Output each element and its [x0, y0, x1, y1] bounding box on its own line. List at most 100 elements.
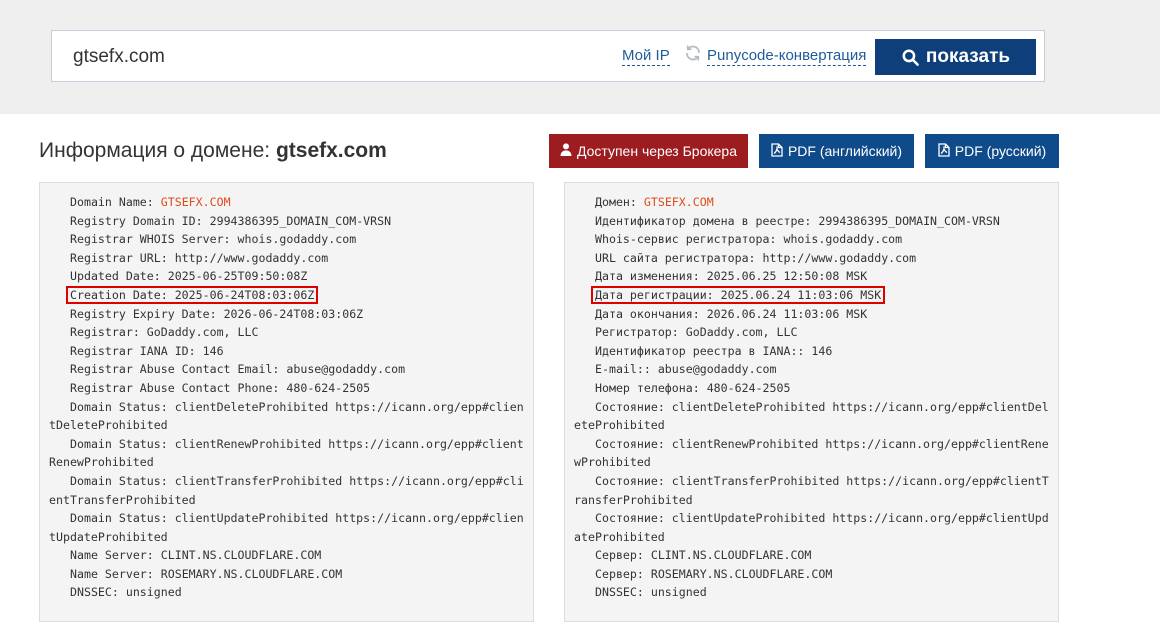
whois-key: Domain Status:	[70, 511, 175, 526]
whois-line: Whois-сервис регистратора: whois.godaddy…	[574, 230, 1049, 249]
whois-key: Домен:	[595, 195, 644, 209]
page-title-prefix: Информация о домене:	[39, 139, 271, 162]
whois-key: Updated Date:	[70, 269, 168, 284]
whois-value: 2025.06.24 11:03:06 MSK	[720, 287, 882, 302]
whois-line: Domain Status: clientRenewProhibited htt…	[49, 435, 524, 472]
whois-value: GoDaddy.com, LLC	[685, 325, 798, 340]
refresh-icon[interactable]	[683, 44, 703, 64]
broker-button[interactable]: Доступен через Брокера	[549, 134, 748, 168]
whois-line: Domain Status: clientDeleteProhibited ht…	[49, 398, 524, 435]
pdf-russian-label: PDF (русский)	[954, 143, 1047, 159]
whois-line: Сервер: CLINT.NS.CLOUDFLARE.COM	[574, 546, 1049, 565]
whois-value: whois.godaddy.com	[783, 232, 903, 247]
whois-value: 2994386395_DOMAIN_COM-VRSN	[209, 213, 392, 228]
whois-key: Registrar URL:	[70, 250, 175, 265]
whois-key: Creation Date:	[70, 287, 175, 302]
whois-line: Name Server: ROSEMARY.NS.CLOUDFLARE.COM	[49, 565, 524, 584]
user-icon	[560, 143, 572, 159]
whois-english-panel: Domain Name: GTSEFX.COM Registry Domain I…	[39, 182, 534, 622]
whois-value: CLINT.NS.CLOUDFLARE.COM	[650, 548, 812, 563]
domain-search-input[interactable]	[73, 45, 593, 69]
search-band: Мой IP Punycode-конвертация показать	[0, 0, 1160, 114]
whois-key: Whois-сервис регистратора:	[595, 232, 784, 247]
whois-line: URL сайта регистратора: http://www.godad…	[574, 249, 1049, 268]
whois-key: DNSSEC:	[70, 585, 126, 600]
whois-value: 2026-06-24T08:03:06Z	[223, 306, 364, 321]
whois-key: Registrar:	[70, 325, 147, 340]
whois-line: Registry Domain ID: 2994386395_DOMAIN_CO…	[49, 212, 524, 231]
whois-key: Состояние:	[595, 399, 672, 414]
whois-value: GTSEFX.COM	[160, 195, 231, 209]
whois-key: Дата регистрации:	[595, 287, 721, 302]
whois-line: Состояние: clientDeleteProhibited https:…	[574, 398, 1049, 435]
pdf-file-icon	[938, 142, 950, 160]
whois-line: DNSSEC: unsigned	[574, 583, 1049, 602]
whois-key: Registry Domain ID:	[70, 213, 210, 228]
whois-line: Registrar Abuse Contact Phone: 480-624-2…	[49, 379, 524, 398]
whois-line: Идентификатор реестра в IANA:: 146	[574, 342, 1049, 361]
page-title: Информация о домене: gtsefx.com	[39, 139, 387, 163]
whois-line: Domain Status: clientUpdateProhibited ht…	[49, 509, 524, 546]
pdf-file-icon	[771, 142, 783, 160]
whois-value: CLINT.NS.CLOUDFLARE.COM	[160, 548, 322, 563]
whois-key: Domain Status:	[70, 436, 175, 451]
pdf-russian-button[interactable]: PDF (русский)	[925, 134, 1059, 168]
whois-key: Registrar Abuse Contact Phone:	[70, 380, 287, 395]
whois-key: Номер телефона:	[595, 380, 707, 395]
my-ip-link[interactable]: Мой IP	[622, 47, 670, 66]
whois-line: Дата окончания: 2026.06.24 11:03:06 MSK	[574, 305, 1049, 324]
whois-key: Name Server:	[70, 566, 161, 581]
whois-key: Сервер:	[595, 548, 651, 563]
whois-key: Сервер:	[595, 566, 651, 581]
whois-line: Состояние: clientRenewProhibited https:/…	[574, 435, 1049, 472]
whois-line: Creation Date: 2025-06-24T08:03:06Z	[49, 285, 524, 305]
whois-value: GoDaddy.com, LLC	[146, 325, 259, 340]
whois-line: Registrar: GoDaddy.com, LLC	[49, 323, 524, 342]
whois-line: Сервер: ROSEMARY.NS.CLOUDFLARE.COM	[574, 565, 1049, 584]
whois-value: 2025.06.25 12:50:08 MSK	[706, 269, 868, 284]
whois-value: unsigned	[125, 585, 182, 600]
whois-key: Состояние:	[595, 436, 672, 451]
pdf-english-button[interactable]: PDF (английский)	[759, 134, 914, 168]
whois-line: Дата регистрации: 2025.06.24 11:03:06 MS…	[574, 285, 1049, 305]
whois-russian-panel: Домен: GTSEFX.COM Идентификатор домена в …	[564, 182, 1059, 622]
whois-value: 146	[811, 343, 833, 358]
whois-key: Состояние:	[595, 473, 672, 488]
whois-value: abuse@godaddy.com	[657, 362, 777, 377]
search-icon	[901, 48, 920, 67]
highlight-box: Дата регистрации: 2025.06.24 11:03:06 MS…	[591, 285, 886, 304]
whois-key: Name Server:	[70, 548, 161, 563]
whois-key: Дата изменения:	[595, 269, 707, 284]
whois-line: Домен: GTSEFX.COM	[574, 193, 1049, 212]
whois-key: Registrar IANA ID:	[70, 343, 203, 358]
page-title-domain: gtsefx.com	[275, 139, 387, 162]
whois-line: Domain Name: GTSEFX.COM	[49, 193, 524, 212]
pdf-english-label: PDF (английский)	[787, 143, 903, 159]
whois-key: Registry Expiry Date:	[70, 306, 224, 321]
whois-line: Registrar URL: http://www.godaddy.com	[49, 249, 524, 268]
whois-line: Дата изменения: 2025.06.25 12:50:08 MSK	[574, 267, 1049, 286]
whois-key: Registrar Abuse Contact Email:	[70, 362, 287, 377]
whois-key: Domain Name:	[70, 195, 161, 209]
whois-key: Регистратор:	[595, 325, 686, 340]
whois-line: Состояние: clientUpdateProhibited https:…	[574, 509, 1049, 546]
whois-value: 2025-06-24T08:03:06Z	[174, 287, 315, 302]
whois-key: Domain Status:	[70, 473, 175, 488]
whois-value: GTSEFX.COM	[643, 195, 714, 209]
whois-value: unsigned	[650, 585, 707, 600]
whois-value: abuse@godaddy.com	[286, 362, 406, 377]
whois-value: 2994386395_DOMAIN_COM-VRSN	[818, 213, 1000, 228]
show-button[interactable]: показать	[875, 39, 1036, 75]
broker-button-label: Доступен через Брокера	[576, 143, 738, 159]
search-box: Мой IP Punycode-конвертация показать	[51, 30, 1045, 82]
whois-line: Идентификатор домена в реестре: 29943863…	[574, 212, 1049, 231]
whois-key: DNSSEC:	[595, 585, 651, 600]
whois-value: 2025-06-25T09:50:08Z	[167, 269, 308, 284]
whois-line: E-mail:: abuse@godaddy.com	[574, 360, 1049, 379]
whois-value: whois.godaddy.com	[237, 232, 357, 247]
punycode-link[interactable]: Punycode-конвертация	[707, 47, 867, 66]
whois-key: Дата окончания:	[595, 306, 707, 321]
whois-line: Состояние: clientTransferProhibited http…	[574, 472, 1049, 509]
whois-value: 2026.06.24 11:03:06 MSK	[706, 306, 868, 321]
whois-line: Updated Date: 2025-06-25T09:50:08Z	[49, 267, 524, 286]
